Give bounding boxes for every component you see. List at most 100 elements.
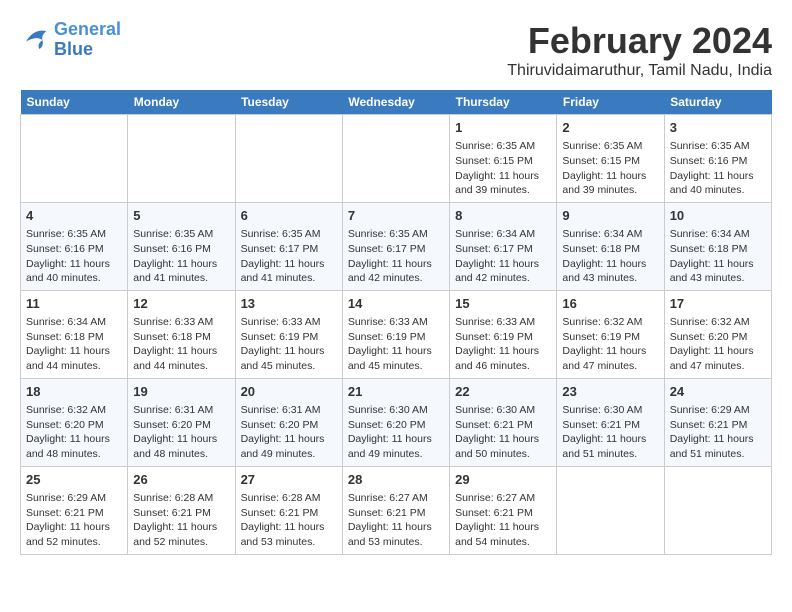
day-number: 19 <box>133 383 229 401</box>
day-number: 2 <box>562 119 658 137</box>
day-number: 28 <box>348 471 444 489</box>
month-title: February 2024 <box>507 20 772 62</box>
day-info: Sunrise: 6:34 AM Sunset: 6:17 PM Dayligh… <box>455 227 551 286</box>
day-info: Sunrise: 6:33 AM Sunset: 6:19 PM Dayligh… <box>241 315 337 374</box>
day-number: 11 <box>26 295 122 313</box>
day-info: Sunrise: 6:33 AM Sunset: 6:18 PM Dayligh… <box>133 315 229 374</box>
day-number: 3 <box>670 119 766 137</box>
calendar-cell: 13 Sunrise: 6:33 AM Sunset: 6:19 PM Dayli… <box>235 290 342 378</box>
day-info: Sunrise: 6:35 AM Sunset: 6:16 PM Dayligh… <box>670 139 766 198</box>
day-info: Sunrise: 6:29 AM Sunset: 6:21 PM Dayligh… <box>670 403 766 462</box>
header: General Blue February 2024 Thiruvidaimar… <box>20 20 772 80</box>
weekday-header-thursday: Thursday <box>450 90 557 115</box>
day-info: Sunrise: 6:30 AM Sunset: 6:20 PM Dayligh… <box>348 403 444 462</box>
day-number: 13 <box>241 295 337 313</box>
calendar-cell <box>664 466 771 554</box>
calendar-cell: 19 Sunrise: 6:31 AM Sunset: 6:20 PM Dayli… <box>128 378 235 466</box>
weekday-header-tuesday: Tuesday <box>235 90 342 115</box>
calendar-cell: 22Sunrise: 6:30 AM Sunset: 6:21 PM Dayli… <box>450 378 557 466</box>
day-info: Sunrise: 6:35 AM Sunset: 6:15 PM Dayligh… <box>455 139 551 198</box>
day-number: 18 <box>26 383 122 401</box>
calendar-cell: 24 Sunrise: 6:29 AM Sunset: 6:21 PM Dayli… <box>664 378 771 466</box>
calendar-cell: 21 Sunrise: 6:30 AM Sunset: 6:20 PM Dayli… <box>342 378 449 466</box>
day-info: Sunrise: 6:35 AM Sunset: 6:17 PM Dayligh… <box>241 227 337 286</box>
day-info: Sunrise: 6:31 AM Sunset: 6:20 PM Dayligh… <box>241 403 337 462</box>
logo-line2: Blue <box>54 39 93 59</box>
week-row-4: 18 Sunrise: 6:32 AM Sunset: 6:20 PM Dayli… <box>21 378 772 466</box>
day-number: 9 <box>562 207 658 225</box>
calendar-cell: 25Sunrise: 6:29 AM Sunset: 6:21 PM Dayli… <box>21 466 128 554</box>
week-row-2: 4 Sunrise: 6:35 AM Sunset: 6:16 PM Daylig… <box>21 202 772 290</box>
day-number: 29 <box>455 471 551 489</box>
weekday-header-sunday: Sunday <box>21 90 128 115</box>
weekday-header-monday: Monday <box>128 90 235 115</box>
calendar-cell <box>342 115 449 203</box>
day-info: Sunrise: 6:35 AM Sunset: 6:15 PM Dayligh… <box>562 139 658 198</box>
calendar-cell: 9Sunrise: 6:34 AM Sunset: 6:18 PM Daylig… <box>557 202 664 290</box>
calendar-cell: 8 Sunrise: 6:34 AM Sunset: 6:17 PM Daylig… <box>450 202 557 290</box>
day-number: 10 <box>670 207 766 225</box>
calendar-cell: 11Sunrise: 6:34 AM Sunset: 6:18 PM Dayli… <box>21 290 128 378</box>
calendar-cell: 27 Sunrise: 6:28 AM Sunset: 6:21 PM Dayli… <box>235 466 342 554</box>
calendar-cell: 23 Sunrise: 6:30 AM Sunset: 6:21 PM Dayli… <box>557 378 664 466</box>
day-number: 15 <box>455 295 551 313</box>
calendar-cell: 6 Sunrise: 6:35 AM Sunset: 6:17 PM Daylig… <box>235 202 342 290</box>
calendar-cell: 28 Sunrise: 6:27 AM Sunset: 6:21 PM Dayli… <box>342 466 449 554</box>
day-number: 22 <box>455 383 551 401</box>
calendar-cell <box>557 466 664 554</box>
day-number: 1 <box>455 119 551 137</box>
calendar-cell <box>21 115 128 203</box>
calendar-cell <box>128 115 235 203</box>
day-info: Sunrise: 6:27 AM Sunset: 6:21 PM Dayligh… <box>455 491 551 550</box>
day-number: 27 <box>241 471 337 489</box>
calendar-table: SundayMondayTuesdayWednesdayThursdayFrid… <box>20 90 772 555</box>
day-number: 16 <box>562 295 658 313</box>
title-block: February 2024 Thiruvidaimaruthur, Tamil … <box>507 20 772 80</box>
weekday-header-saturday: Saturday <box>664 90 771 115</box>
calendar-cell: 7 Sunrise: 6:35 AM Sunset: 6:17 PM Daylig… <box>342 202 449 290</box>
day-number: 7 <box>348 207 444 225</box>
day-number: 12 <box>133 295 229 313</box>
day-info: Sunrise: 6:34 AM Sunset: 6:18 PM Dayligh… <box>670 227 766 286</box>
day-info: Sunrise: 6:32 AM Sunset: 6:20 PM Dayligh… <box>670 315 766 374</box>
day-number: 5 <box>133 207 229 225</box>
weekday-header-wednesday: Wednesday <box>342 90 449 115</box>
calendar-cell: 12 Sunrise: 6:33 AM Sunset: 6:18 PM Dayli… <box>128 290 235 378</box>
day-number: 20 <box>241 383 337 401</box>
weekday-header-friday: Friday <box>557 90 664 115</box>
calendar-cell: 20 Sunrise: 6:31 AM Sunset: 6:20 PM Dayli… <box>235 378 342 466</box>
logo-line1: General <box>54 19 121 39</box>
day-info: Sunrise: 6:35 AM Sunset: 6:16 PM Dayligh… <box>133 227 229 286</box>
week-row-1: 1 Sunrise: 6:35 AM Sunset: 6:15 PM Daylig… <box>21 115 772 203</box>
day-info: Sunrise: 6:32 AM Sunset: 6:20 PM Dayligh… <box>26 403 122 462</box>
week-row-5: 25Sunrise: 6:29 AM Sunset: 6:21 PM Dayli… <box>21 466 772 554</box>
day-number: 26 <box>133 471 229 489</box>
day-number: 8 <box>455 207 551 225</box>
day-info: Sunrise: 6:35 AM Sunset: 6:16 PM Dayligh… <box>26 227 122 286</box>
logo-text: General Blue <box>54 20 121 60</box>
day-info: Sunrise: 6:31 AM Sunset: 6:20 PM Dayligh… <box>133 403 229 462</box>
location-title: Thiruvidaimaruthur, Tamil Nadu, India <box>507 62 772 80</box>
day-number: 21 <box>348 383 444 401</box>
calendar-cell: 16 Sunrise: 6:32 AM Sunset: 6:19 PM Dayli… <box>557 290 664 378</box>
calendar-cell: 4 Sunrise: 6:35 AM Sunset: 6:16 PM Daylig… <box>21 202 128 290</box>
day-info: Sunrise: 6:32 AM Sunset: 6:19 PM Dayligh… <box>562 315 658 374</box>
day-number: 24 <box>670 383 766 401</box>
day-info: Sunrise: 6:28 AM Sunset: 6:21 PM Dayligh… <box>241 491 337 550</box>
day-info: Sunrise: 6:27 AM Sunset: 6:21 PM Dayligh… <box>348 491 444 550</box>
day-number: 4 <box>26 207 122 225</box>
calendar-cell: 29 Sunrise: 6:27 AM Sunset: 6:21 PM Dayli… <box>450 466 557 554</box>
weekday-header-row: SundayMondayTuesdayWednesdayThursdayFrid… <box>21 90 772 115</box>
day-number: 17 <box>670 295 766 313</box>
day-info: Sunrise: 6:30 AM Sunset: 6:21 PM Dayligh… <box>562 403 658 462</box>
calendar-cell: 14 Sunrise: 6:33 AM Sunset: 6:19 PM Dayli… <box>342 290 449 378</box>
logo: General Blue <box>20 20 121 60</box>
day-info: Sunrise: 6:35 AM Sunset: 6:17 PM Dayligh… <box>348 227 444 286</box>
day-info: Sunrise: 6:33 AM Sunset: 6:19 PM Dayligh… <box>348 315 444 374</box>
calendar-cell: 15Sunrise: 6:33 AM Sunset: 6:19 PM Dayli… <box>450 290 557 378</box>
day-number: 23 <box>562 383 658 401</box>
day-info: Sunrise: 6:28 AM Sunset: 6:21 PM Dayligh… <box>133 491 229 550</box>
day-number: 14 <box>348 295 444 313</box>
day-number: 6 <box>241 207 337 225</box>
calendar-cell: 10 Sunrise: 6:34 AM Sunset: 6:18 PM Dayli… <box>664 202 771 290</box>
